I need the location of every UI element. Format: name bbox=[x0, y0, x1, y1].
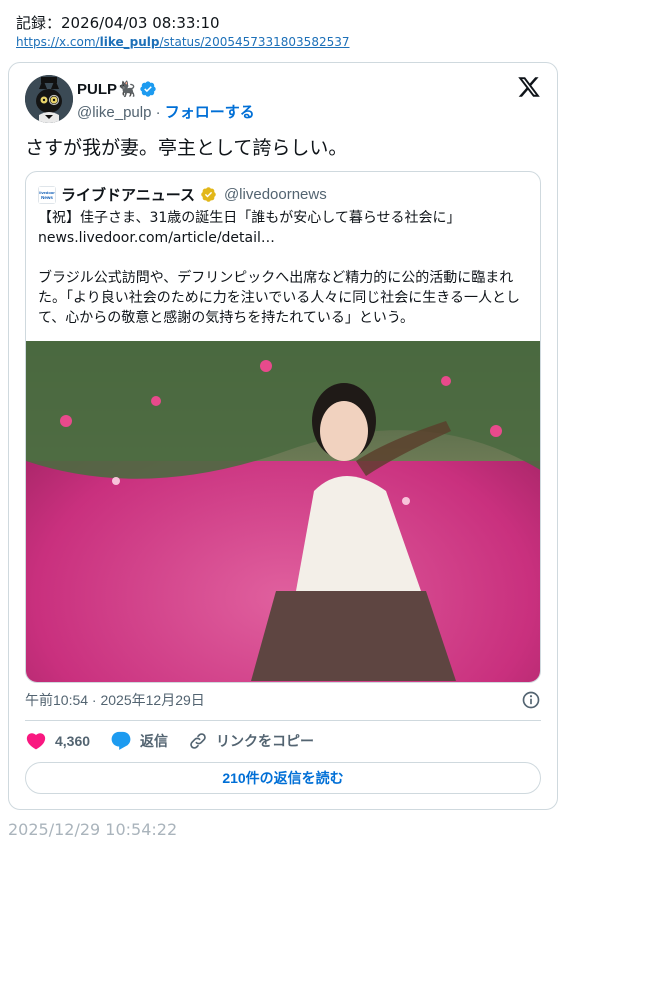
info-icon[interactable] bbox=[521, 690, 541, 710]
quote-photo[interactable] bbox=[26, 341, 541, 683]
record-timestamp: 記録：2026/04/03 08:33:10 bbox=[16, 14, 220, 32]
tweet-text: さすが我が妻。亭主として誇らしい。 bbox=[25, 137, 348, 159]
copy-link-button[interactable]: リンクをコピー bbox=[188, 731, 314, 751]
tweet-timestamp[interactable]: 午前10:54 · 2025年12月29日 bbox=[25, 690, 205, 710]
x-logo-icon[interactable] bbox=[517, 75, 541, 99]
author-row: PULP🐈‍⬛ bbox=[77, 80, 157, 98]
divider bbox=[25, 720, 541, 721]
quote-paragraph: ブラジル公式訪問や、デフリンピックへ出席など精力的に公的活動に臨まれた。「より良… bbox=[38, 270, 521, 326]
link-icon bbox=[190, 733, 206, 749]
gold-verified-badge-icon bbox=[201, 187, 216, 202]
heart-icon bbox=[26, 733, 46, 750]
quote-body: 【祝】佳子さま、31歳の誕生日「誰もが安心して暮らせる社会に」 news.liv… bbox=[38, 208, 530, 328]
like-count: 4,360 bbox=[55, 733, 91, 749]
svg-text:News: News bbox=[41, 195, 53, 200]
copy-link-label: リンクをコピー bbox=[216, 733, 315, 749]
footer-date: 2025/12/29 10:54:22 bbox=[8, 820, 178, 839]
avatar[interactable] bbox=[25, 75, 73, 123]
like-button[interactable]: 4,360 bbox=[25, 730, 90, 752]
quote-link[interactable]: news.livedoor.com/article/detail… bbox=[38, 228, 530, 248]
handle-row: @like_pulp · フォローする bbox=[77, 101, 255, 122]
verified-badge-icon bbox=[140, 81, 156, 97]
author-handle[interactable]: @like_pulp bbox=[77, 104, 151, 121]
follow-button[interactable]: フォローする bbox=[165, 104, 255, 121]
cat-avatar-icon bbox=[25, 75, 73, 123]
reply-label: 返信 bbox=[140, 733, 169, 749]
tweet-card: PULP🐈‍⬛ @like_pulp · フォローする さすが我が妻。亭主として… bbox=[8, 62, 558, 810]
separator: · bbox=[151, 104, 165, 121]
action-bar: 4,360 返信 リンクをコピー bbox=[25, 729, 334, 753]
quote-author-name[interactable]: ライブドアニュース bbox=[61, 184, 195, 205]
source-link-prefix: https://x.com/ bbox=[16, 35, 100, 49]
quoted-tweet[interactable]: livedoor News ライブドアニュース @livedoornews 【祝… bbox=[25, 171, 541, 683]
reply-button[interactable]: 返信 bbox=[110, 730, 168, 752]
quote-author-handle[interactable]: @livedoornews bbox=[224, 186, 327, 203]
reply-bubble-icon bbox=[111, 731, 131, 750]
author-name[interactable]: PULP🐈‍⬛ bbox=[77, 80, 136, 98]
source-link-user: like_pulp bbox=[99, 35, 160, 49]
quote-header: livedoor News ライブドアニュース @livedoornews bbox=[38, 184, 327, 205]
livedoor-logo-icon: livedoor News bbox=[38, 185, 56, 204]
quote-headline: 【祝】佳子さま、31歳の誕生日「誰もが安心して暮らせる社会に」 bbox=[38, 210, 461, 226]
source-link-suffix: /status/2005457331803582537 bbox=[159, 35, 350, 49]
quote-spacer bbox=[38, 248, 530, 268]
read-replies-button[interactable]: 210件の返信を読む bbox=[25, 762, 541, 794]
source-link[interactable]: https://x.com/like_pulp/status/200545733… bbox=[16, 35, 350, 49]
